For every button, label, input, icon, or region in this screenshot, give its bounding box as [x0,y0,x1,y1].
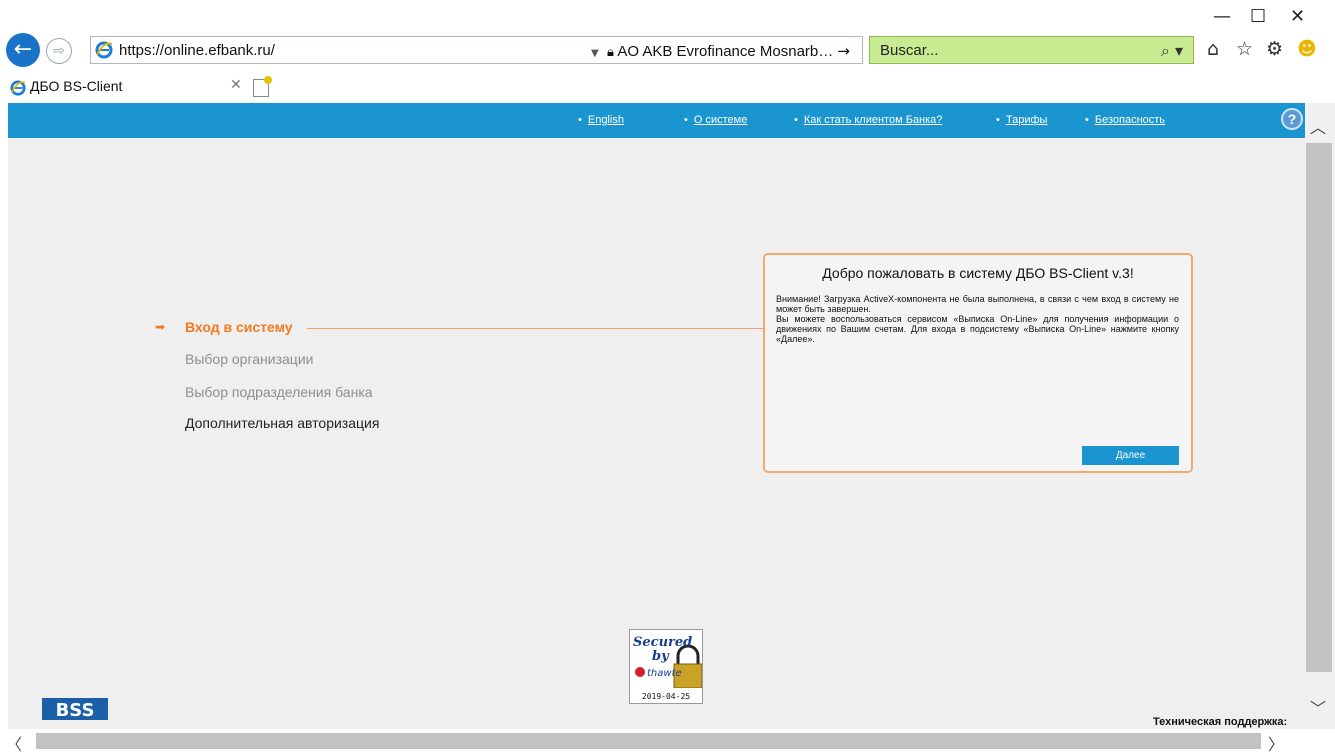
seal-brand-text: thawte [647,668,682,679]
home-icon[interactable]: ⌂ [1207,38,1219,60]
address-bar[interactable]: https://online.efbank.ru/ ▼ 🔒︎ AO AKB Ev… [90,36,863,64]
go-arrow-icon[interactable]: → [837,42,850,60]
nav-link-about[interactable]: О системе [684,114,747,126]
thawte-seal-graphic: Secured by thawte 2019-04-25 [630,630,703,703]
thawte-seal[interactable]: Secured by thawte 2019-04-25 [629,629,703,704]
seal-by-text: by [652,649,670,664]
smiley-icon[interactable]: ☻ [1297,38,1317,60]
dialog-title: Добро пожаловать в систему ДБО BS-Client… [822,265,1134,281]
star-icon[interactable]: ☆ [1236,38,1253,60]
search-icon[interactable]: ⌕ ▾ [1161,41,1183,61]
site-identity[interactable]: ▼ 🔒︎ AO AKB Evrofinance Mosnarb… → [591,42,850,60]
search-box[interactable]: Buscar... ⌕ ▾ [869,36,1194,64]
forward-icon[interactable]: ⇨ [46,38,72,64]
dialog-warning-text: Внимание! Загрузка ActiveX-компонента не… [776,294,1179,314]
welcome-dialog: Добро пожаловать в систему ДБО BS-Client… [763,253,1193,473]
dialog-message: Внимание! Загрузка ActiveX-компонента не… [776,294,1179,344]
lock-icon: 🔒︎ [607,45,614,60]
step-additional-auth: Дополнительная авторизация [185,415,380,431]
gear-icon[interactable]: ⚙ [1266,38,1283,60]
chevron-down-icon[interactable]: ▼ [591,48,599,59]
ie-icon [10,80,26,96]
help-icon[interactable]: ? [1281,108,1303,130]
site-identity-label: AO AKB Evrofinance Mosnarb… [617,43,834,60]
new-tab-button[interactable] [253,76,272,97]
step-select-organization: Выбор организации [185,351,314,367]
nav-link-english[interactable]: English [578,114,624,126]
vertical-scroll-thumb[interactable] [1306,143,1332,672]
horizontal-scroll-thumb[interactable] [36,733,1261,749]
chevron-up-icon[interactable]: ︿ [1310,114,1326,138]
minimize-button[interactable]: — [1213,6,1231,27]
bss-logo-text: BSS [56,700,95,721]
nav-link-become-client[interactable]: Как стать клиентом Банка? [794,114,943,126]
maximize-button[interactable]: ☐ [1250,6,1266,27]
chevron-left-icon[interactable]: 〈 [6,731,22,755]
tab-title: ДБО BS-Client [30,78,123,94]
step-connector-line [307,328,763,329]
step-login[interactable]: Вход в систему [185,319,293,335]
chevron-down-icon[interactable]: ﹀ [1310,695,1326,719]
top-nav: English О системе Как стать клиентом Бан… [8,103,1305,138]
next-button[interactable]: Далее [1082,446,1179,465]
search-input[interactable]: Buscar... [880,42,938,59]
dialog-info-text: Вы можете воспользоваться сервисом «Выпи… [776,314,1179,344]
ie-icon [95,41,113,59]
chevron-right-icon[interactable]: 〉 [1268,731,1284,755]
url-text[interactable]: https://online.efbank.ru/ [119,42,275,59]
nav-link-tariffs[interactable]: Тарифы [996,114,1048,126]
browser-tab[interactable]: ДБО BS-Client ✕ [0,75,248,100]
nav-link-security[interactable]: Безопасность [1085,114,1165,126]
arrow-right-icon: ➡ [155,320,166,334]
support-label: Техническая поддержка: [1153,716,1288,728]
seal-secured-text: Secured [633,635,692,650]
step-select-bank-branch: Выбор подразделения банка [185,384,373,400]
close-icon[interactable]: ✕ [230,77,242,93]
close-window-button[interactable]: ✕ [1290,6,1305,27]
seal-date-text: 2019-04-25 [642,692,690,701]
back-icon[interactable]: ← [6,33,40,67]
